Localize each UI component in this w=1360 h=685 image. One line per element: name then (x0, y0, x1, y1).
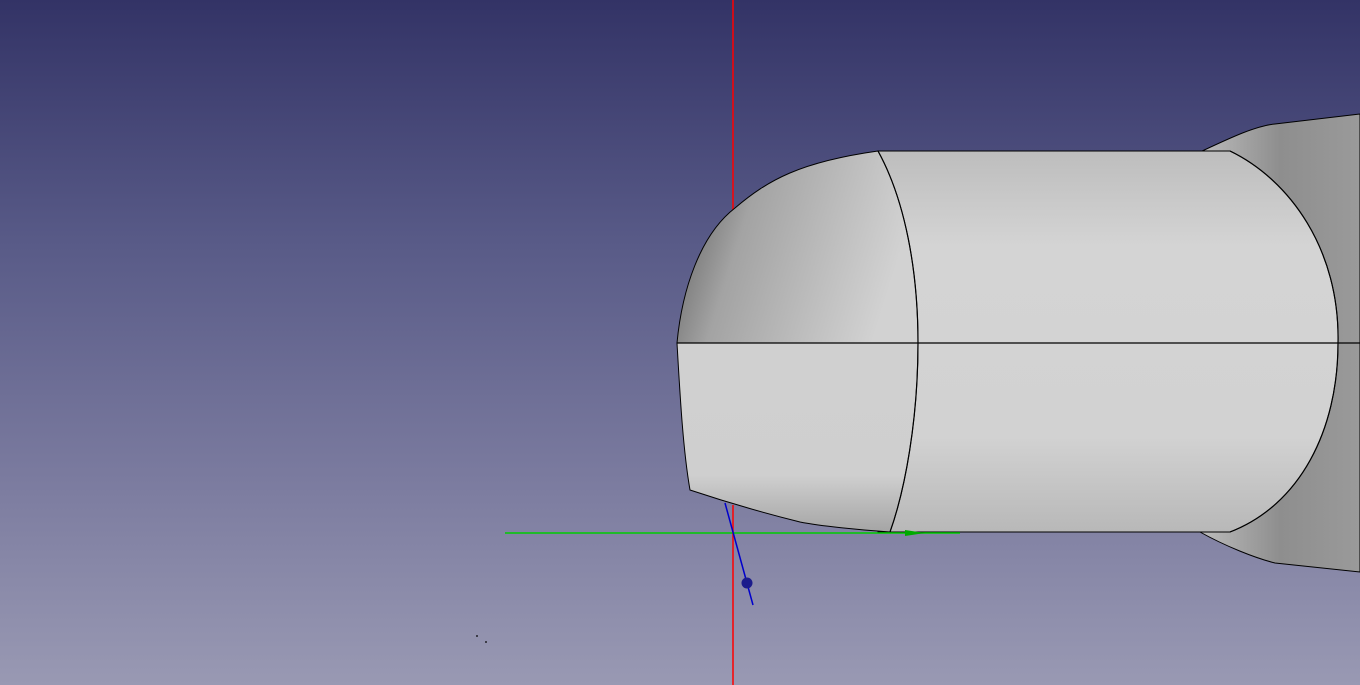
3d-scene[interactable] (0, 0, 1360, 685)
stray-dot (485, 641, 487, 643)
cylinder-body[interactable] (877, 150, 1339, 533)
dome-lower-face[interactable] (676, 342, 919, 533)
dome-upper-face[interactable] (676, 150, 919, 344)
stray-dot (476, 635, 478, 637)
z-axis-handle[interactable] (741, 577, 753, 589)
z-axis-line (724, 502, 754, 606)
3d-viewport[interactable] (0, 0, 1360, 685)
